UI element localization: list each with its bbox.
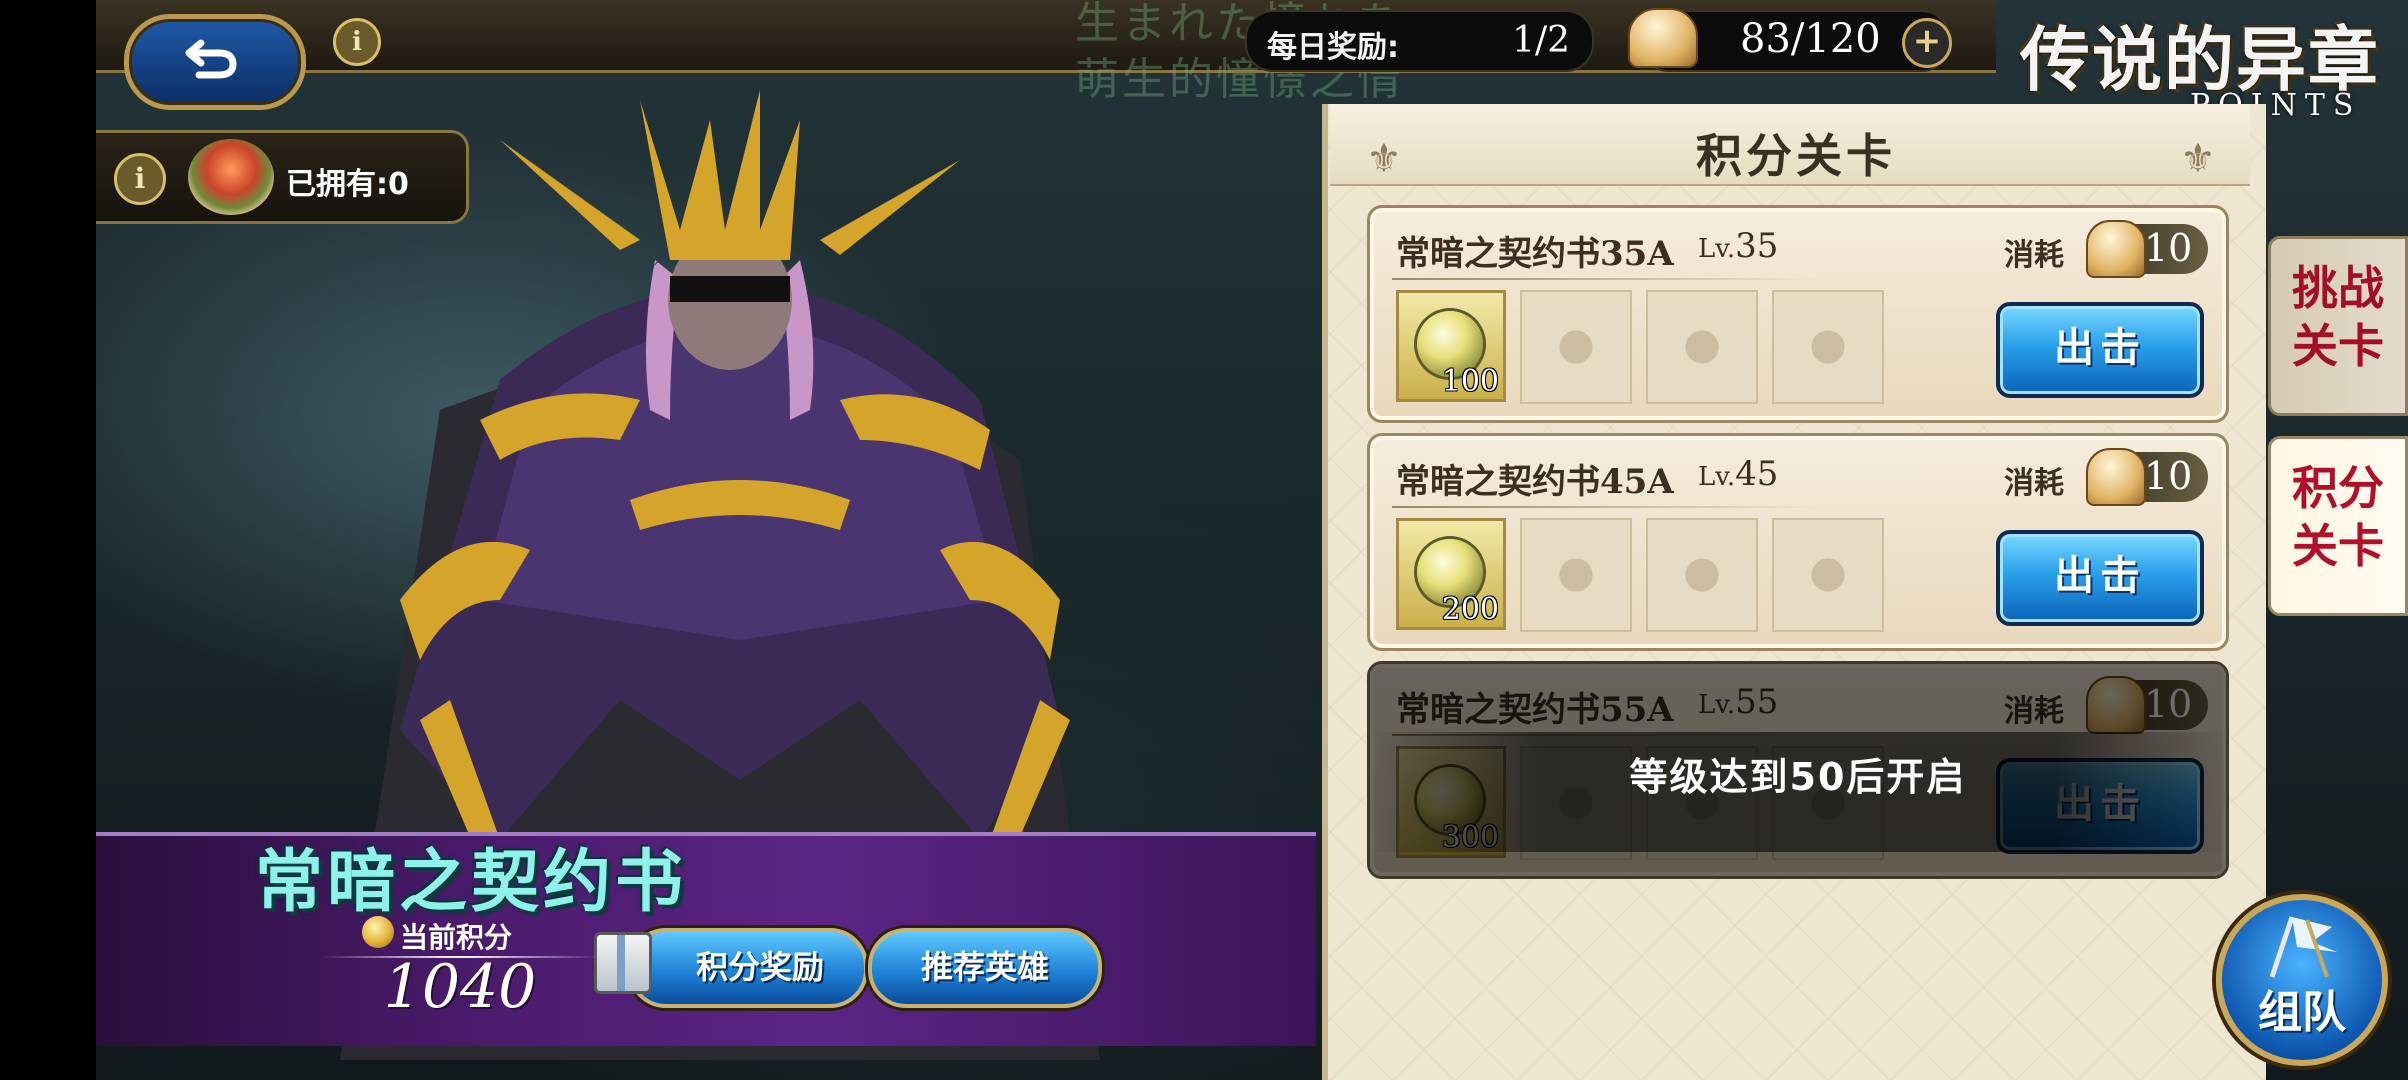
reward-item[interactable]: 100 — [1396, 290, 1506, 402]
cake-item-icon — [188, 139, 274, 215]
empty-reward-slot — [1772, 290, 1884, 404]
cost-value: 10 — [2144, 226, 2193, 270]
back-arrow-icon — [185, 39, 237, 79]
gift-box-icon — [594, 932, 652, 994]
tab-points-label: 积分关卡 — [2292, 461, 2384, 573]
current-points-label: 当前积分 — [400, 921, 513, 954]
cost-label: 消耗 — [2004, 694, 2064, 729]
flag-icon — [2269, 916, 2337, 978]
stage-card-35a: 常暗之契约书35A Lv.35 消耗 10 100 出击 — [1367, 205, 2229, 423]
reward-item[interactable]: 200 — [1396, 518, 1506, 630]
stamina-value: 83/120 — [1740, 16, 1881, 62]
back-button[interactable] — [124, 14, 306, 110]
cost-label: 消耗 — [2004, 466, 2064, 501]
sortie-button[interactable]: 出击 — [1996, 530, 2204, 626]
reward-quantity: 200 — [1441, 592, 1499, 627]
bread-stamina-icon — [1628, 8, 1698, 68]
recommended-heroes-button[interactable]: 推荐英雄 — [868, 928, 1102, 1008]
cost-label: 消耗 — [2004, 238, 2064, 273]
info-icon[interactable]: i — [114, 153, 166, 205]
stage-name-underline — [1392, 278, 1822, 280]
empty-reward-slot — [1772, 518, 1884, 632]
daily-reward-counter: 每日奖励: 1/2 — [1245, 10, 1594, 72]
unlock-requirement-text: 等级达到50后开启 — [1629, 755, 1967, 799]
points-coin-icon — [362, 916, 394, 948]
owned-items-panel: i 已拥有:0 — [96, 130, 469, 224]
bread-cost-icon — [2086, 448, 2146, 506]
team-button[interactable]: 组队 — [2216, 894, 2388, 1066]
sortie-button[interactable]: 出击 — [1996, 302, 2204, 398]
reward-quantity: 100 — [1441, 364, 1499, 399]
bread-cost-icon — [2086, 220, 2146, 278]
points-rewards-button[interactable]: 积分奖励 — [628, 928, 868, 1008]
owned-count: 已拥有:0 — [286, 167, 409, 202]
cost-value: 10 — [2144, 454, 2193, 498]
tab-challenge-stages[interactable]: 挑战关卡 — [2268, 236, 2408, 416]
event-title: 常暗之契约书 — [255, 842, 688, 922]
stage-level: Lv.55 — [1698, 682, 1779, 722]
daily-reward-value: 1/2 — [1512, 20, 1570, 61]
stage-name: 常暗之契约书35A — [1396, 234, 1674, 274]
bread-cost-icon — [2086, 676, 2146, 734]
stage-name: 常暗之契约书55A — [1396, 690, 1674, 730]
cost-value: 10 — [2144, 682, 2193, 726]
stage-level: Lv.45 — [1698, 454, 1779, 494]
left-black-edge — [0, 0, 96, 1080]
current-points-value: 1040 — [383, 952, 537, 1022]
empty-reward-slot — [1646, 518, 1758, 632]
stage-card-45a: 常暗之契约书45A Lv.45 消耗 10 200 出击 — [1367, 433, 2229, 651]
tab-points-stages[interactable]: 积分关卡 — [2268, 436, 2408, 616]
panel-title: 积分关卡 — [1696, 129, 1896, 183]
tab-challenge-label: 挑战关卡 — [2292, 261, 2384, 373]
stage-name: 常暗之契约书45A — [1396, 462, 1674, 502]
stage-name-underline — [1392, 506, 1822, 508]
empty-reward-slot — [1520, 290, 1632, 404]
info-icon[interactable]: i — [333, 18, 381, 66]
team-label: 组队 — [2258, 987, 2346, 1038]
empty-reward-slot — [1520, 518, 1632, 632]
stage-level: Lv.35 — [1698, 226, 1779, 266]
empty-reward-slot — [1646, 290, 1758, 404]
add-stamina-button[interactable]: + — [1902, 18, 1952, 68]
daily-reward-label: 每日奖励: — [1267, 30, 1399, 65]
